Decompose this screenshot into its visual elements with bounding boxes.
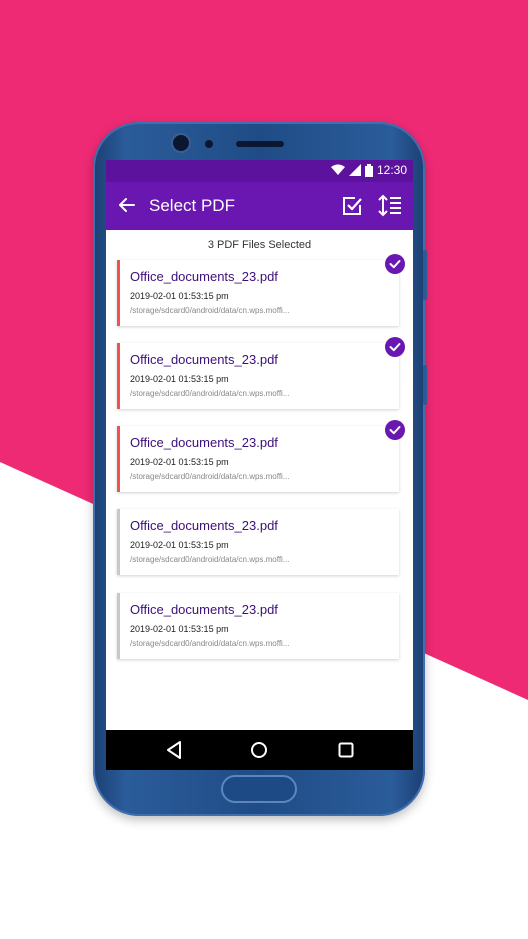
battery-icon (364, 163, 373, 177)
check-circle-icon[interactable] (385, 254, 405, 274)
selection-indicator-bar (117, 426, 120, 492)
volume-button (423, 250, 427, 300)
file-date: 2019-02-01 01:53:15 pm (130, 457, 229, 467)
checkbox-checked-icon[interactable] (340, 194, 364, 218)
selection-indicator-bar (117, 343, 120, 409)
front-camera (173, 135, 189, 151)
file-date: 2019-02-01 01:53:15 pm (130, 291, 229, 301)
selected-count-text: 3 PDF Files Selected (207, 239, 312, 251)
sort-icon[interactable] (377, 193, 403, 219)
nav-home-icon[interactable] (250, 741, 268, 759)
file-name: Office_documents_23.pdf (130, 435, 278, 450)
status-bar: 12:30 (106, 160, 413, 182)
signal-icon (348, 164, 361, 176)
power-button (423, 365, 427, 405)
selection-indicator-bar (117, 509, 120, 575)
navigation-bar (106, 730, 413, 770)
arrow-back-icon[interactable] (116, 194, 138, 216)
wifi-icon (330, 164, 345, 175)
nav-recent-apps-icon[interactable] (338, 742, 354, 758)
file-list-item[interactable]: Office_documents_23.pdf 2019-02-01 01:53:… (117, 260, 399, 326)
check-circle-icon[interactable] (385, 420, 405, 440)
file-date: 2019-02-01 01:53:15 pm (130, 540, 229, 550)
app-bar: Select PDF (106, 182, 413, 230)
file-date: 2019-02-01 01:53:15 pm (130, 374, 229, 384)
file-name: Office_documents_23.pdf (130, 518, 278, 533)
page-title: Select PDF (149, 196, 235, 215)
proximity-sensor (205, 140, 213, 148)
file-path: /storage/sdcard0/android/data/cn.wps.mof… (130, 306, 290, 315)
file-name: Office_documents_23.pdf (130, 352, 278, 367)
file-list-item[interactable]: Office_documents_23.pdf 2019-02-01 01:53:… (117, 509, 399, 575)
file-name: Office_documents_23.pdf (130, 602, 278, 617)
earpiece-speaker (236, 141, 284, 147)
file-list-item[interactable]: Office_documents_23.pdf 2019-02-01 01:53:… (117, 343, 399, 409)
file-path: /storage/sdcard0/android/data/cn.wps.mof… (130, 472, 290, 481)
check-circle-icon[interactable] (385, 337, 405, 357)
file-path: /storage/sdcard0/android/data/cn.wps.mof… (130, 639, 290, 648)
file-list-item[interactable]: Office_documents_23.pdf 2019-02-01 01:53:… (117, 593, 399, 659)
selection-indicator-bar (117, 593, 120, 659)
home-button[interactable] (221, 775, 297, 803)
file-list-item[interactable]: Office_documents_23.pdf 2019-02-01 01:53:… (117, 426, 399, 492)
file-path: /storage/sdcard0/android/data/cn.wps.mof… (130, 555, 290, 564)
phone-screen: 12:30 Select PDF 3 PDF Files Selected Of… (106, 160, 413, 770)
nav-back-icon[interactable] (166, 741, 182, 759)
file-name: Office_documents_23.pdf (130, 269, 278, 284)
selection-indicator-bar (117, 260, 120, 326)
file-path: /storage/sdcard0/android/data/cn.wps.mof… (130, 389, 290, 398)
file-date: 2019-02-01 01:53:15 pm (130, 624, 229, 634)
status-time: 12:30 (376, 163, 407, 177)
